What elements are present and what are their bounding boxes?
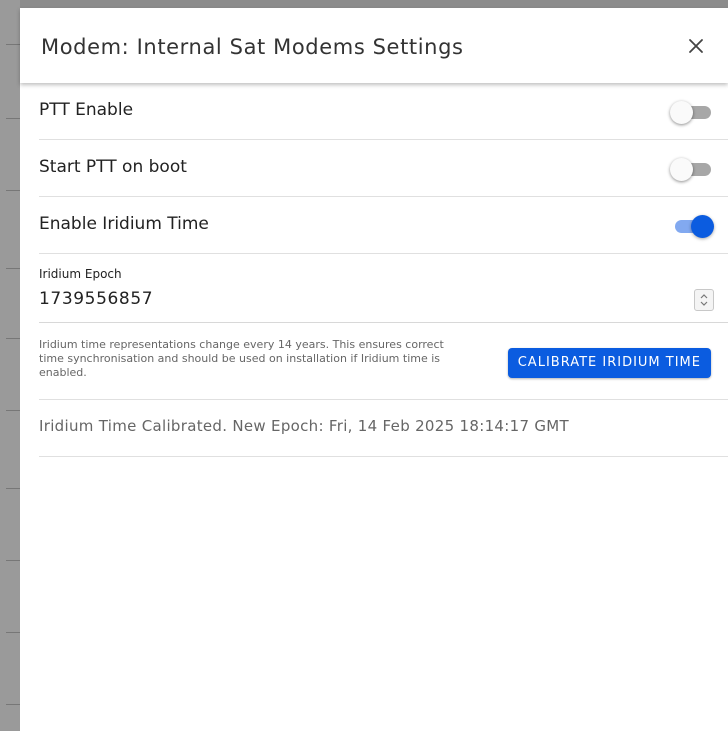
- dialog-title: Modem: Internal Sat Modems Settings: [41, 35, 464, 59]
- up-down-arrows-icon: [700, 294, 708, 306]
- backdrop-line: [6, 268, 20, 269]
- setting-row-enable-iridium-time: Enable Iridium Time: [39, 197, 728, 254]
- iridium-epoch-input[interactable]: 1739556857: [39, 289, 153, 309]
- backdrop-line: [6, 632, 20, 633]
- enable-iridium-time-label: Enable Iridium Time: [39, 214, 209, 234]
- calibration-help-text: Iridium time representations change ever…: [39, 338, 444, 379]
- iridium-epoch-label: Iridium Epoch: [39, 267, 122, 281]
- backdrop-line: [6, 118, 20, 119]
- calibration-status: Iridium Time Calibrated. New Epoch: Fri,…: [39, 400, 728, 457]
- close-button[interactable]: [684, 34, 708, 58]
- backdrop-line: [6, 44, 20, 45]
- setting-row-ptt-enable: PTT Enable: [39, 83, 728, 140]
- setting-row-start-ptt-on-boot: Start PTT on boot: [39, 140, 728, 197]
- number-stepper[interactable]: [694, 289, 714, 311]
- backdrop: [0, 0, 20, 731]
- enable-iridium-time-toggle[interactable]: [670, 215, 714, 238]
- start-ptt-on-boot-label: Start PTT on boot: [39, 157, 187, 177]
- calibration-status-message: Iridium Time Calibrated. New Epoch: Fri,…: [39, 417, 569, 435]
- backdrop-line: [6, 190, 20, 191]
- calibrate-iridium-time-button[interactable]: CALIBRATE IRIDIUM TIME: [507, 348, 711, 378]
- backdrop-line: [6, 560, 20, 561]
- dialog-header: Modem: Internal Sat Modems Settings: [20, 8, 728, 83]
- settings-dialog: Modem: Internal Sat Modems Settings PTT …: [20, 8, 728, 731]
- backdrop-line: [6, 338, 20, 339]
- calibration-section: Iridium time representations change ever…: [39, 323, 728, 400]
- toggle-thumb: [691, 215, 714, 238]
- ptt-enable-label: PTT Enable: [39, 100, 134, 120]
- toggle-thumb: [670, 158, 693, 181]
- start-ptt-on-boot-toggle[interactable]: [670, 158, 714, 181]
- toggle-thumb: [670, 101, 693, 124]
- backdrop-line: [6, 410, 20, 411]
- backdrop-line: [6, 704, 20, 705]
- ptt-enable-toggle[interactable]: [670, 101, 714, 124]
- backdrop-line: [6, 488, 20, 489]
- iridium-epoch-field: Iridium Epoch 1739556857: [39, 254, 728, 323]
- dialog-content: PTT Enable Start PTT on boot Enable Irid…: [20, 83, 728, 457]
- close-icon: [689, 39, 703, 53]
